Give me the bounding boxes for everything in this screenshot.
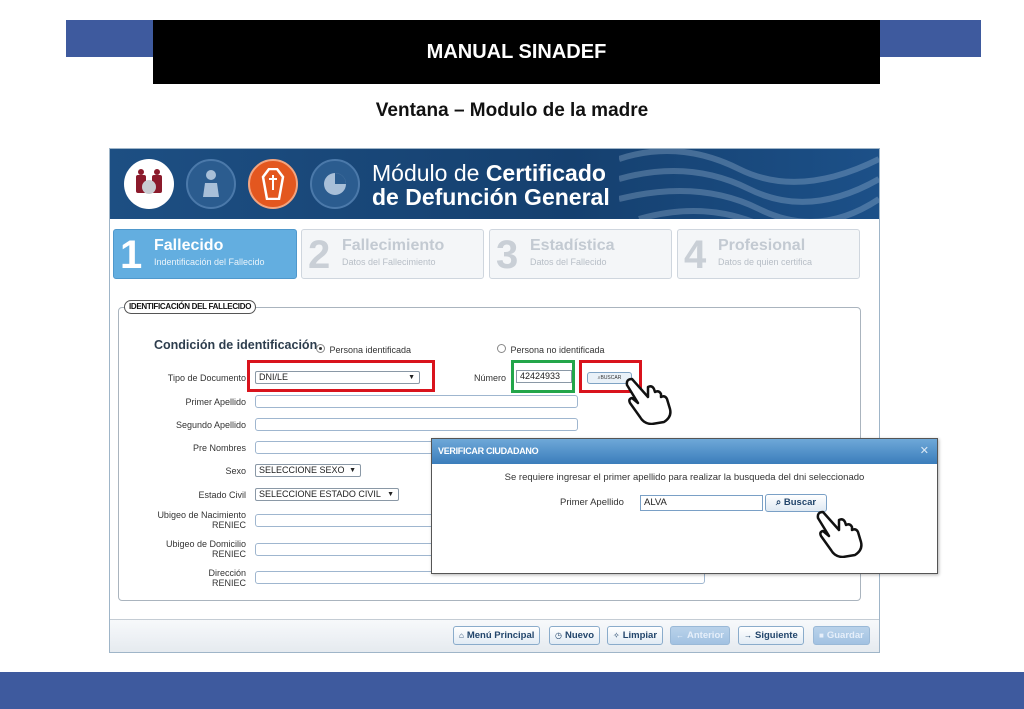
app-window: Módulo de Certificado de Defunción Genera… (109, 148, 880, 653)
primer-apellido-label: Primer Apellido (185, 397, 246, 407)
dialog-primer-apellido-label: Primer Apellido (560, 497, 624, 508)
save-icon: ■ (819, 631, 824, 640)
step-number: 3 (496, 233, 519, 277)
radio-label: Persona no identificada (510, 345, 605, 355)
sexo-select[interactable]: SELECCIONE SEXO ▼ (255, 464, 361, 477)
step-title: Fallecido (154, 237, 224, 254)
bottom-toolbar: ⌂ Menú Principal ◷ Nuevo ✧ Limpiar ← Anterio… (110, 619, 879, 652)
slide-subtitle: Ventana – Modulo de la madre (375, 100, 649, 121)
dropdown-arrow-icon: ▼ (349, 467, 356, 474)
step-profesional[interactable]: 4 Profesional Datos de quien certifica (677, 229, 860, 279)
new-document-icon: ◷ (555, 631, 562, 640)
clear-icon: ✧ (613, 631, 620, 640)
step-title: Estadística (530, 237, 615, 254)
step-number: 1 (120, 233, 143, 277)
search-icon: ⌕ (775, 497, 784, 508)
button-label: Siguiente (755, 630, 798, 641)
label-line: RENIEC (211, 520, 246, 530)
step-number: 4 (684, 233, 707, 277)
button-label: Nuevo (564, 630, 595, 641)
sexo-label: Sexo (225, 466, 246, 476)
step-subtitle: Datos del Fallecimiento (342, 257, 436, 267)
tipo-documento-label: Tipo de Documento (167, 373, 246, 383)
anterior-button[interactable]: ← Anterior (670, 626, 730, 645)
step-number: 2 (308, 233, 331, 277)
label-line: Ubigeo de Domicilio (165, 539, 246, 549)
menu-principal-button[interactable]: ⌂ Menú Principal (453, 626, 541, 645)
step-subtitle: Datos de quien certifica (718, 257, 813, 267)
button-label: Menú Principal (466, 630, 535, 641)
button-label: Limpiar (622, 630, 658, 641)
ubigeo-nacimiento-input[interactable] (255, 514, 435, 527)
label-line: Ubigeo de Nacimiento (157, 510, 246, 520)
dropdown-arrow-icon: ▼ (408, 374, 415, 381)
nuevo-button[interactable]: ◷ Nuevo (549, 626, 601, 645)
primer-apellido-input[interactable] (255, 395, 578, 408)
home-icon: ⌂ (459, 631, 464, 640)
segundo-apellido-label: Segundo Apellido (175, 420, 246, 430)
decorative-wave-icon (619, 149, 879, 219)
app-title: Módulo de Certificado de Defunción Genera… (372, 160, 610, 210)
numero-label: Número (474, 373, 507, 383)
step-fallecimiento[interactable]: 2 Fallecimiento Datos del Fallecimiento (301, 229, 484, 279)
estado-civil-select[interactable]: SELECCIONE ESTADO CIVIL ▼ (255, 488, 399, 501)
slide-header: MANUAL SINADEF (153, 20, 880, 84)
button-label: Buscar (783, 497, 817, 508)
step-estadistica[interactable]: 3 Estadística Datos del Fallecido (489, 229, 672, 279)
limpiar-button[interactable]: ✧ Limpiar (607, 626, 664, 645)
button-label: BUSCAR (600, 375, 622, 381)
pointing-hand-icon (816, 510, 863, 558)
select-value: DNI/LE (259, 372, 289, 382)
ubigeo-domicilio-label: Ubigeo de Domicilio RENIEC (116, 539, 246, 559)
dialog-message: Se requiere ingresar el primer apellido … (504, 472, 865, 483)
baby-icon[interactable] (186, 159, 236, 209)
segundo-apellido-input[interactable] (255, 418, 578, 431)
footer-band (0, 672, 1024, 709)
arrow-right-icon: → (744, 631, 752, 640)
statistics-icon[interactable] (310, 159, 360, 209)
step-subtitle: Indentificación del Fallecido (154, 257, 265, 267)
siguiente-button[interactable]: → Siguiente (738, 626, 804, 645)
button-label: Guardar (826, 630, 864, 641)
direccion-label: Dirección RENIEC (116, 568, 246, 588)
radio-persona-identificada[interactable]: Persona identificada (316, 340, 411, 358)
pointing-hand-icon (625, 377, 672, 425)
select-value: SELECCIONE ESTADO CIVIL (259, 489, 381, 499)
radio-unchecked-icon (497, 344, 506, 354)
numero-input[interactable]: 42424933 (516, 370, 572, 383)
estado-civil-label: Estado Civil (198, 490, 246, 500)
dialog-primer-apellido-input[interactable]: ALVA (640, 495, 763, 511)
button-label: Anterior (687, 630, 724, 641)
radio-label: Persona identificada (329, 345, 412, 355)
radio-checked-icon (316, 344, 325, 354)
close-icon[interactable]: ✕ (920, 439, 929, 464)
label-line: RENIEC (211, 549, 246, 559)
fieldset-legend: IDENTIFICACIÓN DEL FALLECIDO (124, 300, 257, 314)
guardar-button[interactable]: ■ Guardar (813, 626, 870, 645)
select-value: SELECCIONE SEXO (259, 465, 345, 475)
dialog-title: VERIFICAR CIUDADANO (432, 439, 937, 464)
tipo-documento-select[interactable]: DNI/LE ▼ (255, 371, 420, 384)
radio-persona-no-identificada[interactable]: Persona no identificada (497, 340, 605, 358)
step-title: Profesional (718, 237, 806, 254)
dropdown-arrow-icon: ▼ (387, 491, 394, 498)
coffin-icon[interactable] (248, 159, 298, 209)
condicion-label: Condición de identificación (154, 338, 318, 352)
label-line: Dirección (208, 568, 246, 578)
label-line: RENIEC (211, 578, 246, 588)
step-title: Fallecimiento (342, 237, 445, 254)
step-fallecido[interactable]: 1 Fallecido Indentificación del Fallecid… (113, 229, 297, 279)
app-header: Módulo de Certificado de Defunción Genera… (110, 149, 879, 219)
arrow-left-icon: ← (676, 631, 684, 640)
step-subtitle: Datos del Fallecido (530, 257, 607, 267)
pre-nombres-input[interactable] (255, 441, 435, 454)
family-icon[interactable] (124, 159, 174, 209)
ubigeo-nacimiento-label: Ubigeo de Nacimiento RENIEC (116, 510, 246, 530)
ubigeo-domicilio-input[interactable] (255, 543, 435, 556)
pre-nombres-label: Pre Nombres (192, 443, 246, 453)
